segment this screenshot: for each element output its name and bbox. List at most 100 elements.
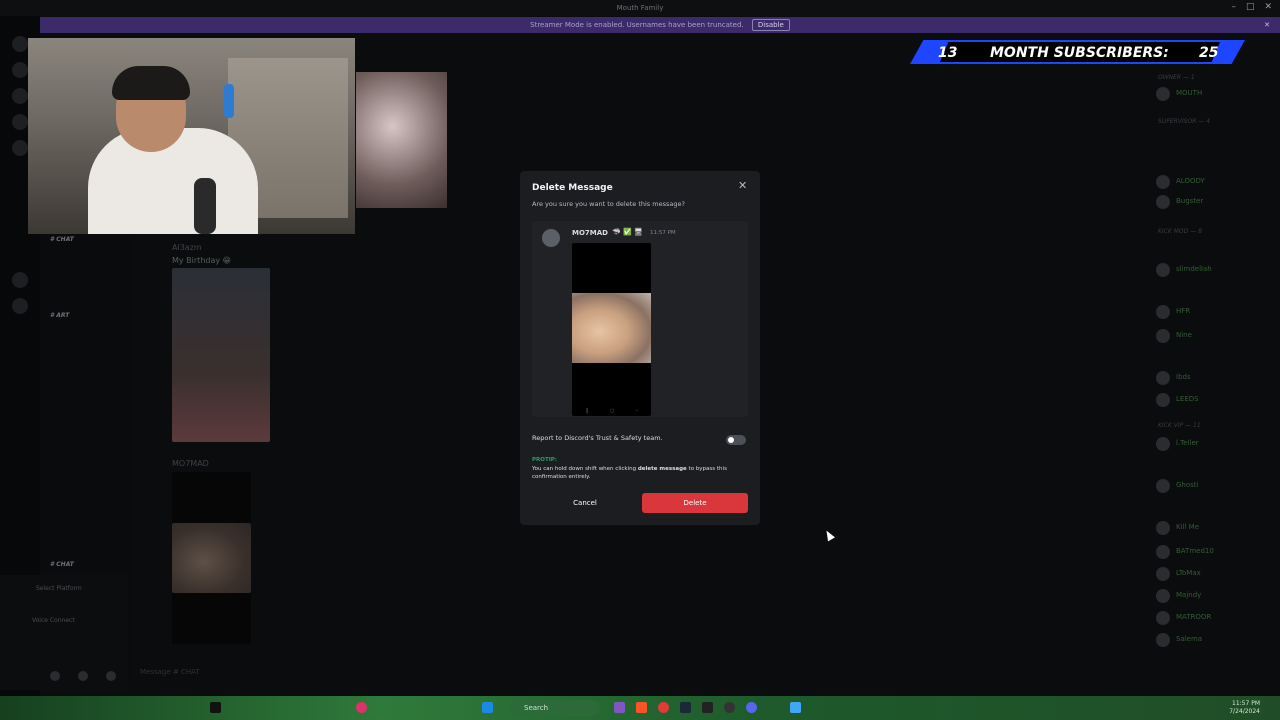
channel-item[interactable] — [50, 388, 130, 400]
preview-image-content — [572, 293, 651, 363]
channel-item[interactable] — [50, 464, 130, 476]
server-icon[interactable] — [12, 114, 28, 130]
server-icon[interactable] — [12, 36, 28, 52]
app-icon[interactable] — [658, 702, 669, 713]
channel-item[interactable] — [50, 350, 130, 362]
overlay-right-number: 25 — [1199, 45, 1219, 61]
member-item[interactable]: Salema — [1156, 632, 1280, 648]
window-titlebar: Mouth Family – □ ✕ — [0, 0, 1280, 16]
message-author[interactable]: Al3azm — [172, 243, 202, 252]
close-icon[interactable]: ✕ — [738, 179, 747, 192]
channel-item[interactable] — [50, 256, 130, 268]
minimize-icon[interactable]: – — [1231, 2, 1236, 12]
server-icon[interactable] — [12, 62, 28, 78]
headphones-icon[interactable] — [78, 671, 88, 681]
channel-item[interactable] — [50, 331, 130, 343]
brave-icon[interactable] — [636, 702, 647, 713]
avatar — [1156, 393, 1170, 407]
avatar — [1156, 371, 1170, 385]
window-controls: – □ ✕ — [1231, 2, 1272, 12]
member-item[interactable]: LEEDS — [1156, 392, 1280, 408]
channel-item[interactable] — [50, 294, 130, 306]
report-toggle[interactable] — [726, 435, 746, 445]
channel-item[interactable] — [50, 522, 130, 534]
cancel-button[interactable]: Cancel — [532, 493, 638, 513]
overlay-left-number: 13 — [938, 45, 958, 61]
channel-item[interactable]: # CHAT — [50, 236, 130, 248]
taskbar-clock[interactable]: 11:57 PM 7/24/2024 — [1229, 700, 1260, 716]
channel-item[interactable] — [50, 369, 130, 381]
instagram-icon[interactable] — [356, 702, 367, 713]
window-title: Mouth Family — [616, 4, 664, 12]
delete-button[interactable]: Delete — [642, 493, 748, 513]
dialog-title: Delete Message — [532, 183, 613, 193]
maximize-icon[interactable]: □ — [1246, 2, 1255, 12]
message-preview: MO7MAD 🦈 ✅ 🖥 11:57 PM ‖ ○ ‹ — [532, 221, 748, 417]
toggle-knob — [728, 437, 734, 443]
background-photo — [356, 72, 447, 208]
server-icon[interactable] — [12, 88, 28, 104]
discord-icon[interactable] — [746, 702, 757, 713]
channel-item[interactable]: # CHAT — [50, 561, 130, 573]
app-icon[interactable] — [702, 702, 713, 713]
protip-label: PROTIP: — [532, 457, 557, 463]
phone-nav-icon: ‖ ○ ‹ — [586, 408, 649, 414]
avatar — [1156, 545, 1170, 559]
banner-close-icon[interactable]: ✕ — [1264, 17, 1270, 33]
member-item[interactable]: MOUTH — [1156, 86, 1280, 102]
user-panel: Select Platform Voice Connect — [0, 575, 128, 690]
member-item[interactable]: l.Teller — [1156, 436, 1280, 452]
avatar — [1156, 589, 1170, 603]
member-item[interactable]: BATmed10 — [1156, 544, 1280, 560]
member-item[interactable]: Nine — [1156, 328, 1280, 344]
select-platform-label[interactable]: Select Platform — [36, 585, 82, 592]
preview-image: ‖ ○ ‹ — [572, 243, 651, 416]
channel-item[interactable] — [50, 275, 130, 287]
app-icon[interactable] — [614, 702, 625, 713]
avatar — [1156, 521, 1170, 535]
role-header: SUPERVISOR — 4 — [1158, 118, 1210, 125]
avatar — [1156, 263, 1170, 277]
preview-author: MO7MAD — [572, 229, 608, 237]
member-item[interactable]: Bugster — [1156, 194, 1280, 210]
server-icon[interactable] — [12, 140, 28, 156]
microphone-icon[interactable] — [50, 671, 60, 681]
member-item[interactable]: slimdellah — [1156, 262, 1280, 278]
disable-streamer-mode-button[interactable]: Disable — [751, 19, 790, 31]
banner-text: Streamer Mode is enabled. Usernames have… — [530, 21, 744, 29]
member-item[interactable]: MATROOR — [1156, 610, 1280, 626]
channel-item[interactable]: # ART — [50, 312, 130, 324]
add-server-icon[interactable] — [12, 272, 28, 288]
badge-icons: 🦈 ✅ 🖥 — [612, 228, 643, 236]
voice-connect-label[interactable]: Voice Connect — [32, 617, 75, 624]
message-text: My Birthday 😁 — [172, 256, 231, 265]
taskbar-search[interactable]: Search — [510, 700, 600, 716]
avatar — [1156, 633, 1170, 647]
avatar — [1156, 329, 1170, 343]
discover-icon[interactable] — [12, 298, 28, 314]
avatar — [1156, 195, 1170, 209]
member-item[interactable]: HFR — [1156, 304, 1280, 320]
channel-item[interactable] — [50, 407, 130, 419]
steam-icon[interactable] — [680, 702, 691, 713]
channel-item[interactable] — [50, 503, 130, 515]
member-item[interactable]: Ghosti — [1156, 478, 1280, 494]
x-app-icon[interactable] — [210, 702, 221, 713]
channel-item[interactable] — [50, 484, 130, 496]
member-item[interactable]: Majndy — [1156, 588, 1280, 604]
close-icon[interactable]: ✕ — [1264, 2, 1272, 12]
start-icon[interactable] — [482, 702, 493, 713]
message-author[interactable]: MO7MAD — [172, 459, 209, 468]
message-image[interactable] — [172, 268, 270, 442]
message-input[interactable]: Message # CHAT — [140, 668, 1140, 686]
gear-icon[interactable] — [106, 671, 116, 681]
member-item[interactable]: Kill Me — [1156, 520, 1280, 536]
member-item[interactable]: LToMax — [1156, 566, 1280, 582]
avatar — [1156, 175, 1170, 189]
mouse-cursor-icon — [823, 528, 835, 542]
channel-item[interactable] — [50, 426, 130, 438]
app-icon[interactable] — [790, 702, 801, 713]
member-item[interactable]: ALOODY — [1156, 174, 1280, 190]
app-icon[interactable] — [724, 702, 735, 713]
member-item[interactable]: Ibds — [1156, 370, 1280, 386]
